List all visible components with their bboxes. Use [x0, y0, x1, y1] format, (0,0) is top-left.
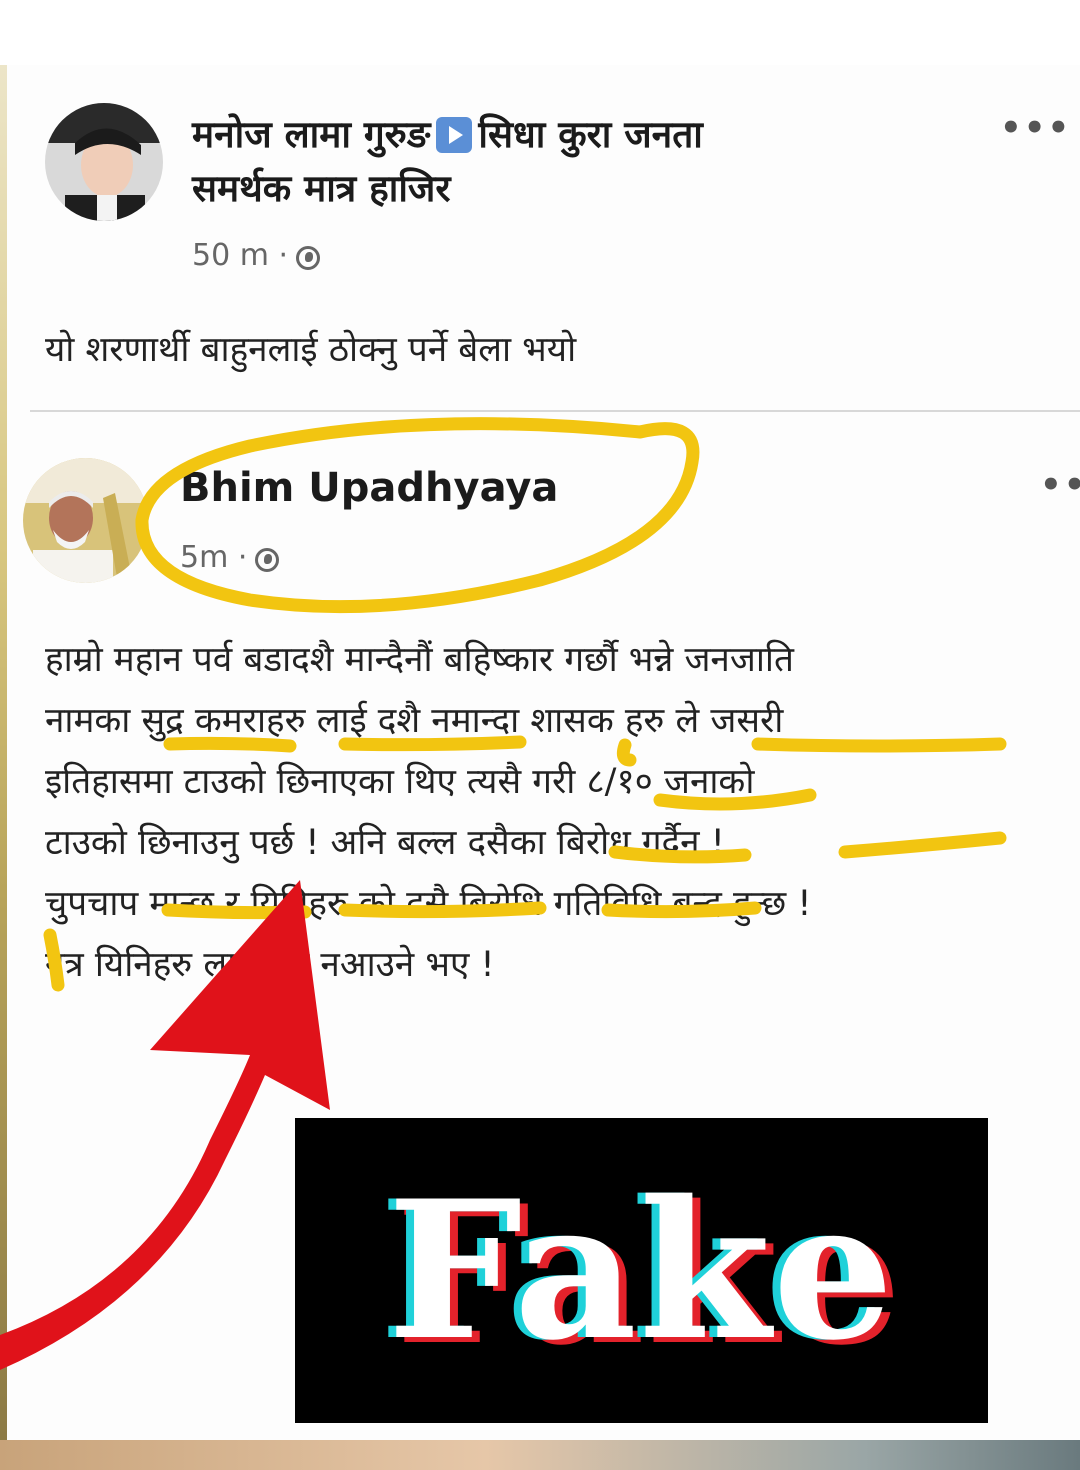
avatar-bhim[interactable]: [23, 458, 148, 583]
post2-author[interactable]: Bhim Upadhyaya: [180, 465, 558, 511]
globe-icon: [255, 548, 280, 572]
fake-stamp-text: Fake: [387, 1159, 896, 1382]
post2-time[interactable]: 5m ·: [180, 540, 247, 575]
post2-line: हाम्रो महान पर्व बडादशै मान्दैनौं बहिष्क…: [45, 640, 794, 680]
post-divider: [30, 410, 1080, 412]
post1-time[interactable]: 50 m ·: [192, 238, 288, 273]
post1-author[interactable]: मनोज लामा गुरुङ सिधा कुरा जनता समर्थक मात…: [192, 108, 992, 216]
post1-page-name-cont[interactable]: समर्थक मात्र हाजिर: [192, 167, 451, 210]
post2-line: चुपचाप मान्छ र यिनिहरु को दसै बिरोधि गति…: [45, 884, 812, 924]
more-options-icon[interactable]: •••: [1040, 465, 1080, 505]
avatar-manoj[interactable]: [45, 103, 163, 221]
post1-text: यो शरणार्थी बाहुनलाई ठोक्नु पर्ने बेला भ…: [45, 330, 577, 370]
globe-icon: [296, 246, 321, 270]
more-options-icon[interactable]: •••: [1000, 108, 1071, 148]
post1-author-name[interactable]: मनोज लामा गुरुङ: [192, 113, 430, 156]
post1-meta: 50 m ·: [192, 238, 321, 273]
post2-line: टाउको छिनाउनु पर्छ ! अनि बल्ल दसैका बिरो…: [45, 823, 725, 863]
post2-line: नामका सुद्र कमराहरु लाई दशै नमान्दा शासक…: [45, 701, 784, 741]
post2-line: इतिहासमा टाउको छिनाएका थिए त्यसै गरी ८/१…: [45, 762, 755, 802]
post2-meta: 5m ·: [180, 540, 280, 575]
post2-text: हाम्रो महान पर्व बडादशै मान्दैनौं बहिष्क…: [45, 630, 811, 996]
fake-stamp: Fake: [295, 1118, 988, 1423]
post1-page-name[interactable]: सिधा कुरा जनता: [478, 113, 703, 156]
bottom-image-strip: [0, 1440, 1080, 1470]
background-photo-strip: [0, 65, 7, 1440]
post2-line: नत्र यिनिहरु लाईजमा नआउने भए !: [45, 945, 495, 985]
play-icon: [436, 117, 473, 153]
